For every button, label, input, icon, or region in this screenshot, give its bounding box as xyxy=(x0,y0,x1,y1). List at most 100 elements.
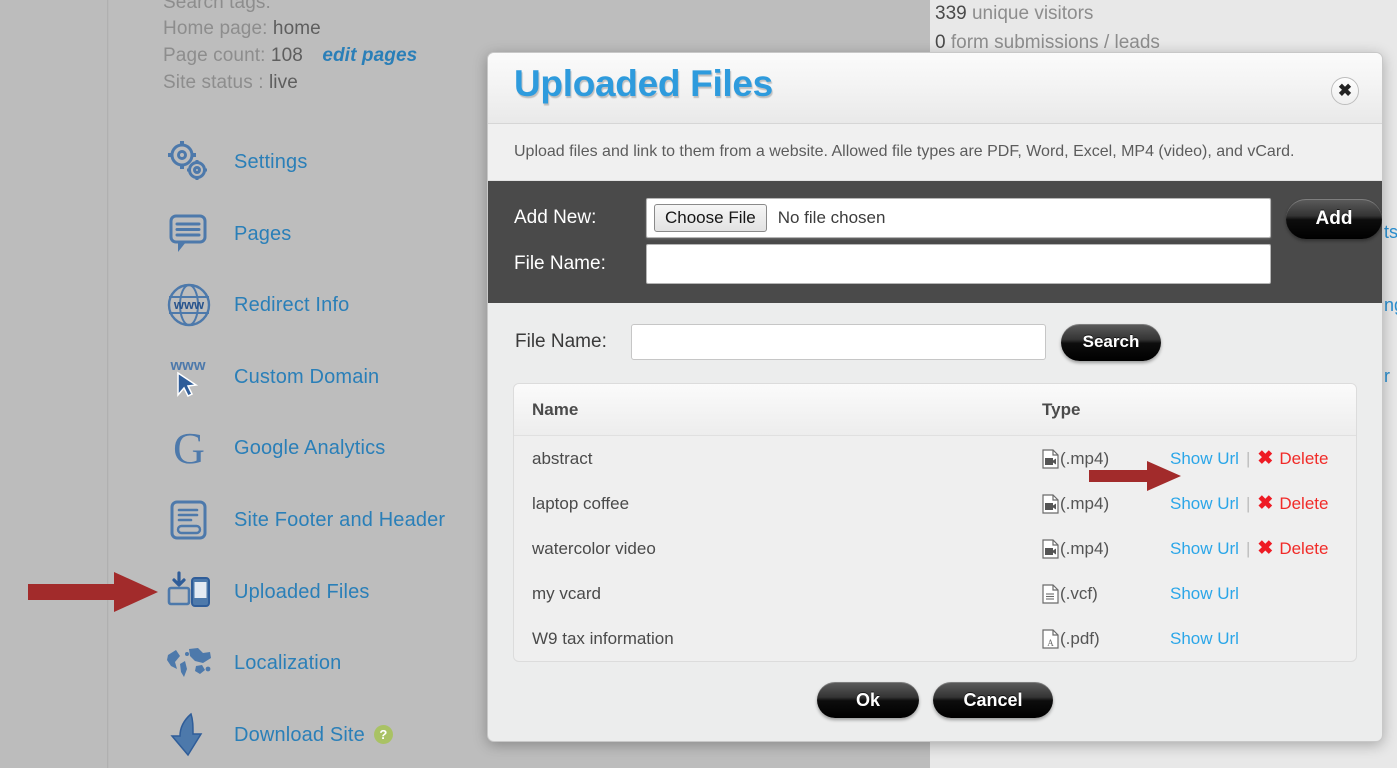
row-actions: Show Url | ✖ Delete xyxy=(1170,449,1356,469)
pdf-file-icon: A xyxy=(1042,628,1059,649)
action-separator: | xyxy=(1245,493,1251,513)
world-map-icon xyxy=(160,638,218,688)
text-file-icon xyxy=(1042,583,1059,604)
column-header-name: Name xyxy=(532,399,579,419)
sidebar-item-uploaded-files[interactable]: Uploaded Files xyxy=(160,563,370,621)
file-type-text: (.mp4) xyxy=(1060,493,1110,513)
file-chooser[interactable]: Choose File No file chosen xyxy=(646,198,1271,238)
delete-link[interactable]: ✖ Delete xyxy=(1257,539,1328,559)
info-value: 108 xyxy=(270,45,303,66)
dialog-footer: Ok Cancel xyxy=(488,682,1382,718)
search-button[interactable]: Search xyxy=(1061,323,1161,361)
sidebar-item-download-site[interactable]: Download Site? xyxy=(160,706,393,764)
table-row[interactable]: W9 tax information A (.pdf) Show Url xyxy=(514,616,1356,661)
file-type-cell: A (.pdf) xyxy=(1042,629,1170,649)
clipped-link-3[interactable]: r xyxy=(1384,366,1390,387)
sidebar-item-settings[interactable]: Settings xyxy=(160,133,307,191)
uploaded-files-dialog: Uploaded Files ✖ Upload files and link t… xyxy=(487,52,1383,742)
clipped-link-2[interactable]: ng xyxy=(1384,295,1397,316)
add-new-filename-row: File Name: xyxy=(488,241,1382,287)
table-row[interactable]: abstract (.mp4) Show Url | ✖ Delete xyxy=(514,436,1356,481)
table-row[interactable]: laptop coffee (.mp4) Show Url | ✖ Delete xyxy=(514,481,1356,526)
file-type-cell: (.mp4) xyxy=(1042,539,1170,559)
file-type-text: (.vcf) xyxy=(1060,583,1098,603)
delete-label: Delete xyxy=(1279,538,1329,558)
file-name-input[interactable] xyxy=(646,244,1271,284)
sidebar-item-label: Localization xyxy=(234,651,342,674)
screen-root: Search tags: Home page: home Page count:… xyxy=(0,0,1397,768)
document-layout-icon xyxy=(160,495,218,545)
row-actions: Show Url xyxy=(1170,629,1356,649)
show-url-link[interactable]: Show Url xyxy=(1170,494,1239,514)
info-line-site-status: Site status : live xyxy=(163,72,298,94)
file-name-cell: my vcard xyxy=(532,583,601,603)
file-type-cell: (.mp4) xyxy=(1042,494,1170,514)
info-line-page-count: Page count: 108 edit pages xyxy=(163,45,417,67)
show-url-link[interactable]: Show Url xyxy=(1170,629,1239,649)
row-actions: Show Url | ✖ Delete xyxy=(1170,539,1356,559)
add-new-file-row: Add New: Choose File No file chosen xyxy=(488,195,1382,241)
delete-label: Delete xyxy=(1279,448,1329,468)
sidebar-item-localization[interactable]: Localization xyxy=(160,634,341,692)
table-row[interactable]: my vcard (.vcf) Show Url xyxy=(514,571,1356,616)
www-cursor-icon: www xyxy=(160,352,218,402)
sidebar-item-custom-domain[interactable]: www Custom Domain xyxy=(160,348,379,406)
delete-label: Delete xyxy=(1279,493,1329,513)
uploaded-files-table: Name Type abstract (.mp4) Show Url | ✖ D… xyxy=(513,383,1357,662)
table-header-row: Name Type xyxy=(514,384,1356,436)
add-button[interactable]: Add xyxy=(1286,199,1382,239)
search-label: File Name: xyxy=(515,331,607,352)
add-new-label: Add New: xyxy=(514,207,597,228)
info-label: Search tags: xyxy=(163,0,271,13)
gears-icon xyxy=(160,137,218,187)
clipped-link-1[interactable]: ts xyxy=(1384,222,1397,243)
video-file-icon xyxy=(1042,448,1059,469)
show-url-link[interactable]: Show Url xyxy=(1170,584,1239,604)
video-file-icon xyxy=(1042,493,1059,514)
file-name-label: File Name: xyxy=(514,253,606,274)
stat-text: form submissions / leads xyxy=(950,32,1160,53)
close-icon[interactable]: ✖ xyxy=(1331,77,1359,105)
table-row[interactable]: watercolor video (.mp4) Show Url | ✖ Dele… xyxy=(514,526,1356,571)
svg-text:A: A xyxy=(1047,638,1054,648)
file-name-cell: W9 tax information xyxy=(532,628,674,648)
sidebar-item-label: Download Site? xyxy=(234,724,393,747)
ok-button[interactable]: Ok xyxy=(817,682,919,718)
info-label: Page count: xyxy=(163,45,266,66)
sidebar-item-label: Custom Domain xyxy=(234,365,380,388)
show-url-row-arrow xyxy=(1089,461,1181,491)
download-site-text: Download Site xyxy=(234,723,365,746)
show-url-link[interactable]: Show Url xyxy=(1170,539,1239,559)
sidebar-item-pages[interactable]: Pages xyxy=(160,205,291,263)
dialog-title: Uploaded Files xyxy=(514,63,773,104)
choose-file-button[interactable]: Choose File xyxy=(654,204,767,232)
file-type-cell: (.vcf) xyxy=(1042,584,1170,604)
edit-pages-link[interactable]: edit pages xyxy=(322,45,417,66)
svg-text:www: www xyxy=(173,297,205,312)
delete-link[interactable]: ✖ Delete xyxy=(1257,449,1328,469)
info-value: home xyxy=(272,18,321,39)
sidebar-item-label: Settings xyxy=(234,150,308,173)
search-input[interactable] xyxy=(631,324,1046,360)
dialog-header: Uploaded Files ✖ xyxy=(488,53,1382,124)
sidebar-item-redirect-info[interactable]: www Redirect Info xyxy=(160,276,349,334)
svg-text:G: G xyxy=(173,425,205,471)
help-icon[interactable]: ? xyxy=(373,724,393,744)
delete-link[interactable]: ✖ Delete xyxy=(1257,494,1328,514)
info-label: Home page: xyxy=(163,18,268,39)
download-arrow-icon xyxy=(160,710,218,760)
sidebar-item-site-footer-header[interactable]: Site Footer and Header xyxy=(160,491,445,549)
sidebar-item-label: Site Footer and Header xyxy=(234,508,446,531)
stat-unique-visitors: 339 unique visitors xyxy=(935,3,1093,25)
sidebar-uploaded-files-arrow xyxy=(28,572,158,612)
row-actions: Show Url xyxy=(1170,584,1356,604)
x-icon: ✖ xyxy=(1257,448,1274,469)
search-area: File Name: Search xyxy=(488,303,1382,381)
cancel-button[interactable]: Cancel xyxy=(933,682,1053,718)
stat-text: unique visitors xyxy=(971,3,1094,24)
info-label: Site status : xyxy=(163,72,264,93)
upload-device-icon xyxy=(160,567,218,617)
sidebar-item-google-analytics[interactable]: G Google Analytics xyxy=(160,419,385,477)
sidebar-item-label: Pages xyxy=(234,222,292,245)
column-header-type: Type xyxy=(1042,399,1081,419)
